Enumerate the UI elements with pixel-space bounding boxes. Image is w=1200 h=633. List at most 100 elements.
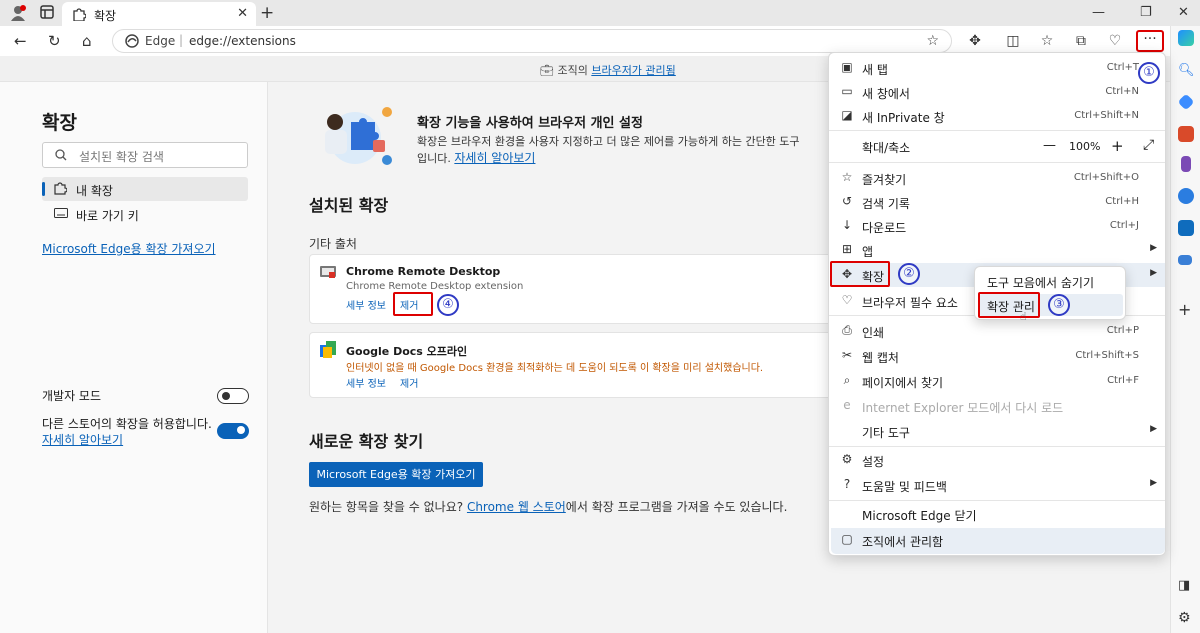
favorite-star-icon[interactable]: ☆ xyxy=(926,33,939,49)
menu-item-managed-by-org[interactable]: ▢ 조직에서 관리함 xyxy=(831,528,1165,554)
details-link[interactable]: 세부 정보 xyxy=(346,297,386,312)
dev-mode-toggle[interactable] xyxy=(217,388,249,404)
annotation-box-manage xyxy=(978,292,1040,318)
menu-divider xyxy=(829,162,1165,163)
close-tab-icon[interactable]: ✕ xyxy=(237,6,248,21)
games-icon[interactable] xyxy=(1181,156,1191,172)
restore-button[interactable]: ❐ xyxy=(1140,5,1152,20)
address-bar[interactable]: Edge | edge://extensions ☆ xyxy=(112,29,952,53)
address-url: edge://extensions xyxy=(189,34,296,48)
fullscreen-icon[interactable]: ⤢ xyxy=(1143,137,1154,153)
address-site: Edge xyxy=(145,34,176,48)
menu-item-shortcut: Ctrl+Shift+N xyxy=(1074,110,1139,121)
allow-other-stores-toggle[interactable] xyxy=(217,423,249,439)
puzzle-icon xyxy=(73,8,86,21)
home-icon[interactable]: ⌂ xyxy=(82,32,92,50)
menu-item-downloads[interactable]: ↓ 다운로드 Ctrl+J xyxy=(831,214,1165,238)
outlook-icon[interactable] xyxy=(1178,220,1194,236)
search-input[interactable]: 설치된 확장 검색 xyxy=(42,142,248,168)
collections-icon[interactable]: ⧉ xyxy=(1072,33,1090,49)
close-window-button[interactable]: ✕ xyxy=(1178,5,1189,20)
left-panel: 확장 설치된 확장 검색 내 확장 바로 가기 키 Microsoft Edge… xyxy=(0,82,268,633)
menu-item-web-capture[interactable]: ✂ 웹 캡처 Ctrl+Shift+S xyxy=(831,344,1165,368)
new-tab-icon: ▣ xyxy=(841,60,853,74)
tag-icon[interactable] xyxy=(1177,93,1195,111)
search-placeholder: 설치된 확장 검색 xyxy=(79,150,164,164)
menu-item-label: 새 탭 xyxy=(862,63,888,77)
edge-sidebar: 🔍︎ + ◨ ⚙ xyxy=(1170,26,1200,633)
extensions-icon[interactable]: ✥ xyxy=(966,33,984,49)
nav-keyboard-shortcuts[interactable]: 바로 가기 키 xyxy=(42,202,248,226)
zoom-out-button[interactable]: — xyxy=(1043,138,1056,153)
menu-item-shortcut: Ctrl+Shift+S xyxy=(1075,350,1139,361)
learn-more-link[interactable]: 자세히 알아보기 xyxy=(42,431,123,448)
apps-icon: ⊞ xyxy=(841,242,853,256)
annotation-box-remove xyxy=(393,292,433,316)
banner-managed-link[interactable]: 브라우저가 관리됨 xyxy=(591,64,675,77)
search-icon[interactable]: 🔍︎ xyxy=(1178,63,1195,79)
menu-item-label: Microsoft Edge 닫기 xyxy=(862,509,977,523)
menu-item-new-window[interactable]: ▭ 새 창에서 Ctrl+N xyxy=(831,80,1165,104)
menu-item-new-tab[interactable]: ▣ 새 탭 Ctrl+T xyxy=(831,56,1165,80)
toggle-knob xyxy=(222,392,230,400)
new-tab-button[interactable]: + xyxy=(260,3,274,23)
add-sidebar-item-icon[interactable]: + xyxy=(1178,300,1194,319)
hero-description: 확장은 브라우저 환경을 사용자 지정하고 더 많은 제어를 가능하게 하는 간… xyxy=(417,133,827,167)
menu-item-print[interactable]: ⎙ 인쇄 Ctrl+P xyxy=(831,319,1165,343)
tab-actions-icon[interactable] xyxy=(40,5,54,23)
annotation-step-4: ④ xyxy=(437,294,459,316)
browser-essentials-icon[interactable]: ♡ xyxy=(1106,33,1124,49)
puzzle-icon xyxy=(54,182,67,195)
favorites-icon[interactable]: ☆ xyxy=(1038,33,1056,49)
menu-item-inprivate[interactable]: ◪ 새 InPrivate 창 Ctrl+Shift+N xyxy=(831,104,1165,128)
active-tab[interactable]: 확장 ✕ xyxy=(62,2,256,26)
menu-item-label: 설정 xyxy=(862,455,885,469)
chrome-web-store-link[interactable]: Chrome 웹 스토어 xyxy=(467,500,566,514)
menu-item-close-edge[interactable]: Microsoft Edge 닫기 xyxy=(831,502,1165,526)
menu-item-label: 검색 기록 xyxy=(862,197,910,211)
hero-learn-more-link[interactable]: 자세히 알아보기 xyxy=(454,151,535,165)
briefcase-icon: ▢ xyxy=(841,532,853,546)
remove-link[interactable]: 제거 xyxy=(400,375,418,390)
settings-and-more-button[interactable]: ··· xyxy=(1136,30,1164,52)
copilot-icon[interactable] xyxy=(1178,30,1194,46)
zoom-in-button[interactable]: + xyxy=(1111,137,1124,155)
hide-from-toolbar-item[interactable]: 도구 모음에서 숨기기 xyxy=(979,270,1123,292)
submenu-arrow-icon: ▶ xyxy=(1150,243,1157,253)
drop-icon[interactable] xyxy=(1178,255,1192,265)
get-extensions-link[interactable]: Microsoft Edge용 확장 가져오기 xyxy=(42,240,216,257)
inprivate-icon: ◪ xyxy=(841,108,853,122)
favorites-icon: ☆ xyxy=(841,170,853,184)
minimize-button[interactable]: — xyxy=(1092,5,1105,20)
menu-item-label: 페이지에서 찾기 xyxy=(862,376,944,390)
menu-item-zoom: 확대/축소 — 100% + ⤢ xyxy=(831,134,1165,158)
extension-name: Google Docs 오프라인 xyxy=(346,345,468,358)
hero-desc-text-end: 입니다. xyxy=(417,152,451,165)
menu-item-shortcut: Ctrl+T xyxy=(1106,62,1139,73)
sidebar-settings-gear-icon[interactable]: ⚙ xyxy=(1178,610,1194,626)
toolbox-icon[interactable] xyxy=(1178,126,1194,142)
menu-item-more-tools[interactable]: 기타 도구 ▶ xyxy=(831,419,1165,443)
menu-item-history[interactable]: ↺ 검색 기록 Ctrl+H xyxy=(831,190,1165,214)
sidebar-toggle-icon[interactable]: ◨ xyxy=(1178,578,1194,594)
footer-prefix: 원하는 항목을 찾을 수 없나요? xyxy=(309,500,467,514)
menu-item-help[interactable]: ? 도움말 및 피드백 ▶ xyxy=(831,473,1165,497)
nav-my-extensions[interactable]: 내 확장 xyxy=(42,177,248,201)
details-link[interactable]: 세부 정보 xyxy=(346,375,386,390)
ie-icon: e xyxy=(843,398,851,412)
menu-item-favorites[interactable]: ☆ 즐겨찾기 Ctrl+Shift+O xyxy=(831,166,1165,190)
menu-item-apps[interactable]: ⊞ 앱 ▶ xyxy=(831,238,1165,262)
refresh-icon[interactable]: ↻ xyxy=(48,32,61,50)
menu-item-settings[interactable]: ⚙ 설정 xyxy=(831,448,1165,472)
menu-item-find-on-page[interactable]: ⌕ 페이지에서 찾기 Ctrl+F xyxy=(831,369,1165,393)
annotation-step-2: ② xyxy=(898,263,920,285)
menu-item-label: 새 InPrivate 창 xyxy=(862,111,945,125)
get-extensions-button[interactable]: Microsoft Edge용 확장 가져오기 xyxy=(309,462,483,487)
submenu-arrow-icon: ▶ xyxy=(1150,478,1157,488)
microsoft365-icon[interactable] xyxy=(1178,188,1194,204)
back-icon[interactable]: ← xyxy=(14,32,27,50)
profile-icon[interactable] xyxy=(10,5,26,25)
find-extensions-heading: 새로운 확장 찾기 xyxy=(309,432,424,451)
new-window-icon: ▭ xyxy=(841,84,853,98)
split-screen-icon[interactable]: ◫ xyxy=(1004,33,1022,49)
